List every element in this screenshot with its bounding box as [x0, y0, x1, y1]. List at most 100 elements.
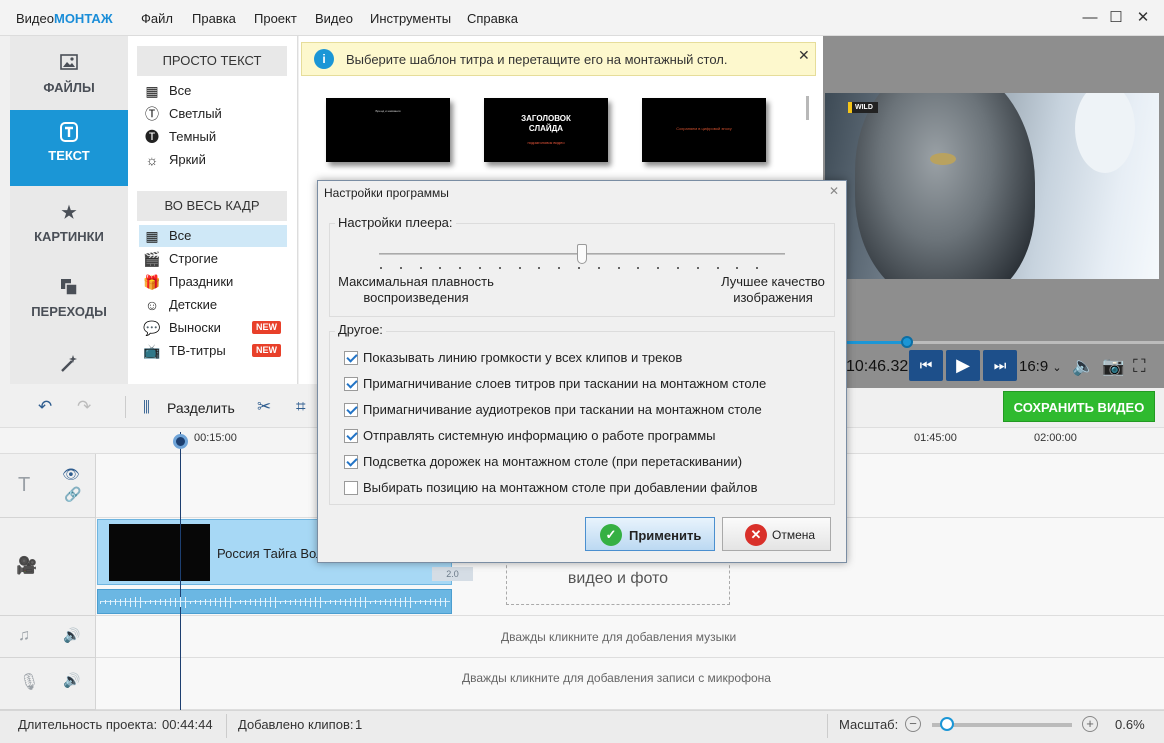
category-label: Строгие	[169, 251, 219, 266]
menu-tools[interactable]: Инструменты	[370, 11, 451, 26]
menu-project[interactable]: Проект	[254, 11, 297, 26]
checkbox[interactable]	[344, 429, 358, 443]
template-credits-text: Бренд и названия	[375, 109, 401, 113]
slider-tick	[578, 267, 580, 269]
category-item-fullframe-all[interactable]: ▦ Все	[139, 225, 287, 247]
video-subject-shape	[855, 93, 1035, 279]
previous-frame-button[interactable]: ⏮	[909, 350, 943, 381]
slider-tick	[558, 267, 561, 269]
sidebar-item-effects[interactable]	[10, 341, 128, 384]
waveform-bar	[390, 598, 391, 606]
checkbox[interactable]	[344, 351, 358, 365]
category-item-kids[interactable]: ☺ Детские	[139, 294, 287, 316]
zoom-slider-knob[interactable]	[940, 717, 954, 731]
waveform-bar	[145, 600, 146, 604]
playhead-handle[interactable]	[173, 434, 188, 449]
dialog-close-button[interactable]: ✕	[829, 184, 839, 198]
waveform-bar	[215, 598, 216, 606]
scissors-icon[interactable]: ✂	[257, 397, 271, 417]
option-label: Выбирать позицию на монтажном столе при …	[363, 480, 758, 495]
fullscreen-icon[interactable]: ⛶	[1133, 356, 1146, 377]
chevron-down-icon: ⌄	[1052, 362, 1062, 374]
waveform-bar	[115, 599, 116, 605]
redo-icon[interactable]: ↷	[77, 397, 91, 417]
video-camera-icon: 🎥	[16, 556, 38, 575]
skip-forward-icon: ⏭	[993, 357, 1007, 373]
app-title: ВидеоМОНТАЖ	[16, 11, 113, 26]
category-item-dark[interactable]: 🅣 Темный	[139, 126, 287, 148]
category-item-bright[interactable]: ☼ Яркий	[139, 149, 287, 171]
waveform-bar	[415, 600, 416, 604]
checkbox[interactable]	[344, 377, 358, 391]
camera-icon[interactable]: 📷	[1102, 356, 1124, 377]
gallery-scrollbar[interactable]	[806, 96, 809, 120]
media-drop-zone[interactable]: видео и фото	[506, 560, 730, 605]
template-thumbnail-heading[interactable]: ЗАГОЛОВОК СЛАЙДА подзаголовок видео	[484, 98, 608, 162]
quality-slider-thumb[interactable]	[577, 244, 587, 264]
menu-help[interactable]: Справка	[467, 11, 518, 26]
checkbox[interactable]	[344, 403, 358, 417]
category-item-tv-titles[interactable]: 📺 ТВ-титры NEW	[139, 340, 287, 362]
aspect-ratio-select[interactable]: 16:9 ⌄	[1019, 358, 1062, 375]
save-video-button[interactable]: СОХРАНИТЬ ВИДЕО	[1003, 391, 1155, 422]
waveform-bar	[300, 598, 301, 606]
zoom-in-button[interactable]: +	[1082, 716, 1098, 732]
zoom-out-button[interactable]: −	[905, 716, 921, 732]
maximize-button[interactable]: ☐	[1106, 8, 1126, 28]
category-label: Светлый	[169, 106, 222, 121]
category-item-all[interactable]: ▦ Все	[139, 80, 287, 102]
close-icon[interactable]: ✕	[798, 47, 810, 64]
waveform-bar	[120, 598, 121, 606]
category-item-holidays[interactable]: 🎁 Праздники	[139, 271, 287, 293]
waveform-bar	[435, 598, 436, 606]
template-thumbnail-red[interactable]: Сохраняем в цифровой эпоху	[642, 98, 766, 162]
dark-text-icon: 🅣	[145, 129, 159, 145]
music-note-icon: ♫	[18, 627, 30, 644]
apply-button[interactable]: ✓ Применить	[585, 517, 715, 551]
slider-tick	[419, 267, 422, 269]
template-thumbnail-credits[interactable]: Бренд и названия	[326, 98, 450, 162]
category-item-callouts[interactable]: 💬 Выноски NEW	[139, 317, 287, 339]
close-button[interactable]: ✕	[1133, 8, 1153, 28]
waveform-bar	[400, 597, 401, 607]
waveform-bar	[405, 597, 406, 607]
split-button[interactable]: Разделить	[167, 400, 235, 416]
menu-video[interactable]: Видео	[315, 11, 353, 26]
split-icon[interactable]: ⫼	[143, 399, 150, 416]
waveform-bar	[290, 599, 291, 605]
speaker-icon[interactable]: 🔊	[63, 672, 80, 689]
cancel-button[interactable]: ✕ Отмена	[722, 517, 831, 551]
menu-file[interactable]: Файл	[141, 11, 173, 26]
playback-progress-knob[interactable]	[901, 336, 913, 348]
menu-edit[interactable]: Правка	[192, 11, 236, 26]
slider-tick	[597, 267, 600, 269]
volume-icon[interactable]: 🔈	[1072, 356, 1094, 377]
waveform-bar	[425, 599, 426, 605]
link-icon[interactable]: 🔗	[64, 486, 81, 503]
sidebar-item-images[interactable]: ★ КАРТИНКИ	[10, 191, 128, 265]
checkbox[interactable]	[344, 455, 358, 469]
waveform-bar	[235, 600, 236, 604]
sidebar-item-transitions[interactable]: ПЕРЕХОДЫ	[10, 266, 128, 340]
checkbox[interactable]	[344, 481, 358, 495]
play-button[interactable]: ▶	[946, 350, 980, 381]
category-item-strict[interactable]: 🎬 Строгие	[139, 248, 287, 270]
eye-icon[interactable]: 👁	[62, 466, 80, 483]
category-group-header: ВО ВЕСЬ КАДР	[137, 191, 287, 221]
crop-icon[interactable]: ⌗	[296, 397, 306, 417]
sidebar-item-label: ПЕРЕХОДЫ	[31, 304, 107, 319]
category-item-light[interactable]: Ⓣ Светлый	[139, 103, 287, 125]
sidebar-item-text[interactable]: ТЕКСТ	[10, 110, 128, 186]
template-red-text: Сохраняем в цифровой эпоху	[676, 126, 732, 131]
waveform-bar	[340, 599, 341, 605]
minimize-button[interactable]: —	[1080, 8, 1100, 28]
speaker-icon[interactable]: 🔊	[63, 627, 80, 644]
slider-tick	[479, 267, 481, 269]
next-frame-button[interactable]: ⏭	[983, 350, 1017, 381]
undo-icon[interactable]: ↶	[38, 397, 52, 417]
playhead-line[interactable]	[180, 432, 181, 710]
video-background-highlight	[1075, 93, 1135, 173]
sidebar-item-files[interactable]: ФАЙЛЫ	[10, 42, 128, 116]
video-preview[interactable]	[825, 93, 1159, 279]
check-icon: ✓	[600, 524, 622, 546]
